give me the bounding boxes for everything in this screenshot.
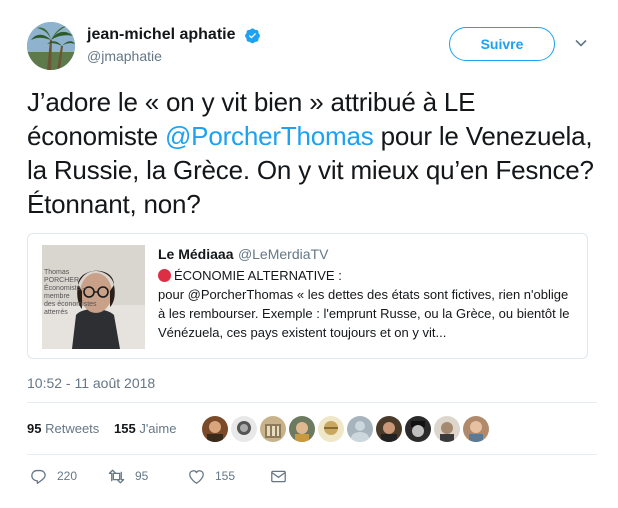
- liker-avatar[interactable]: [434, 416, 460, 442]
- like-button[interactable]: 155: [187, 464, 235, 488]
- divider: [27, 454, 597, 455]
- tweet-mention-link[interactable]: @PorcherThomas: [165, 121, 374, 151]
- quoted-tweet-image: Thomas PORCHER Économiste – membre des é…: [42, 245, 145, 349]
- liker-avatar[interactable]: [202, 416, 228, 442]
- author-handle[interactable]: @jmaphatie: [87, 48, 261, 64]
- retweet-icon: [108, 469, 125, 483]
- quoted-author-name[interactable]: Le Médiaaa: [158, 246, 233, 262]
- reply-button[interactable]: 220: [29, 464, 77, 488]
- reply-count: 220: [57, 469, 78, 483]
- message-button[interactable]: [269, 464, 288, 488]
- quoted-tweet-card[interactable]: Thomas PORCHER Économiste – membre des é…: [27, 233, 588, 359]
- red-circle-icon: [158, 269, 171, 282]
- liker-avatar[interactable]: [347, 416, 373, 442]
- tweet-header: jean-michel aphatie @jmaphatie Suivre: [27, 22, 597, 74]
- quoted-text: pour @PorcherThomas « les dettes des éta…: [158, 287, 570, 340]
- author-display-name[interactable]: jean-michel aphatie: [87, 26, 236, 44]
- retweets-stat[interactable]: 95 Retweets: [27, 421, 99, 436]
- follow-button[interactable]: Suivre: [449, 27, 555, 61]
- liker-avatar[interactable]: [231, 416, 257, 442]
- quoted-headline: ÉCONOMIE ALTERNATIVE :: [174, 268, 342, 283]
- retweet-button[interactable]: 95: [107, 464, 148, 488]
- like-count: 155: [215, 469, 236, 483]
- liker-avatar[interactable]: [376, 416, 402, 442]
- quoted-tweet-body: Le Médiaaa @LeMerdiaTV ÉCONOMIE ALTERNAT…: [158, 246, 578, 342]
- liker-avatar[interactable]: [463, 416, 489, 442]
- author-name-block: jean-michel aphatie @jmaphatie: [87, 26, 261, 64]
- likes-stat[interactable]: 155 J'aime: [114, 421, 177, 436]
- image-caption-line1: Thomas PORCHER: [44, 269, 80, 284]
- liker-avatar[interactable]: [405, 416, 431, 442]
- tweet-timestamp[interactable]: 10:52 - 11 août 2018: [27, 375, 155, 391]
- retweets-count: 95: [27, 421, 42, 436]
- envelope-icon: [271, 470, 286, 482]
- chevron-down-icon[interactable]: [574, 36, 588, 50]
- likes-label: J'aime: [139, 421, 177, 436]
- retweets-label: Retweets: [45, 421, 100, 436]
- verified-badge-icon: [245, 27, 260, 43]
- liker-avatar[interactable]: [318, 416, 344, 442]
- divider: [27, 402, 597, 403]
- retweet-count: 95: [135, 469, 149, 483]
- image-caption-line3: des économistes atterrés: [44, 301, 97, 316]
- quoted-author-handle[interactable]: @LeMerdiaTV: [238, 246, 328, 262]
- tweet-text: J’adore le « on y vit bien » attribué à …: [27, 85, 597, 221]
- likes-count: 155: [114, 421, 136, 436]
- liker-avatar[interactable]: [289, 416, 315, 442]
- image-caption-line2: Économiste – membre: [44, 285, 87, 300]
- liker-avatar[interactable]: [260, 416, 286, 442]
- quoted-headline-row: ÉCONOMIE ALTERNATIVE :: [158, 266, 578, 285]
- author-avatar[interactable]: [27, 22, 75, 70]
- reply-icon: [31, 469, 46, 484]
- heart-icon: [189, 469, 204, 484]
